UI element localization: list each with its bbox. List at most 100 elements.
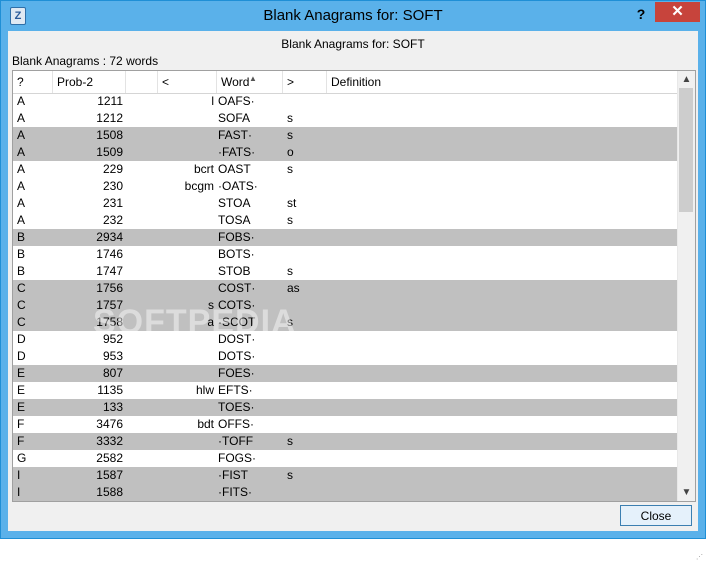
cell-probability: 3332 <box>96 434 123 448</box>
cell-back-hooks: s <box>287 434 293 448</box>
table-row[interactable]: B 2934 FOBS· <box>13 229 677 246</box>
cell-word: OFFS· <box>218 417 254 431</box>
cell-word: ·FATS· <box>218 145 256 159</box>
cell-front-blank: B <box>17 264 26 278</box>
column-header-definition[interactable]: Definition <box>327 71 677 93</box>
column-header-front-hooks[interactable]: < <box>158 71 217 93</box>
cell-front-blank: A <box>17 179 26 193</box>
cell-front-hooks <box>123 127 214 144</box>
cell-front-blank: A <box>17 128 26 142</box>
cell-back-hooks <box>287 399 327 416</box>
scroll-down-icon[interactable]: ▼ <box>678 484 695 501</box>
table-row[interactable]: D 953 DOTS· <box>13 348 677 365</box>
cell-back-hooks <box>287 365 327 382</box>
table-row[interactable]: A 1211 l OAFS· <box>13 93 677 110</box>
cell-probability: 133 <box>102 400 123 414</box>
table-row[interactable]: B 1746 BOTS· <box>13 246 677 263</box>
help-button[interactable]: ? <box>631 4 651 24</box>
cell-back-hooks: s <box>287 468 293 482</box>
cell-probability: 1135 <box>97 383 123 397</box>
table-row[interactable]: C 1758 a ·SCOT s <box>13 314 677 331</box>
word-header-label: Word <box>221 75 250 89</box>
table-row[interactable]: D 952 DOST· <box>13 331 677 348</box>
column-header-back-hooks[interactable]: > <box>283 71 327 93</box>
table-row[interactable]: E 133 TOES· <box>13 399 677 416</box>
cell-front-hooks <box>123 399 214 416</box>
table-row[interactable]: B 1747 STOB s <box>13 263 677 280</box>
cell-back-hooks <box>287 178 327 195</box>
column-header-prob[interactable]: Prob-2 <box>53 71 126 93</box>
scrollbar-thumb[interactable] <box>679 88 693 212</box>
table-row[interactable]: A 1212 SOFA s <box>13 110 677 127</box>
table-row[interactable]: A 1509 ·FATS· o <box>13 144 677 161</box>
cell-probability: 1756 <box>96 281 123 295</box>
cell-probability: 1747 <box>96 264 123 278</box>
cell-back-hooks: s <box>287 213 293 227</box>
cell-front-blank: A <box>17 111 26 125</box>
cell-front-hooks <box>123 246 214 263</box>
table-row[interactable]: A 230 bcgm ·OATS· <box>13 178 677 195</box>
title-bar[interactable]: Z Blank Anagrams for: SOFT ? ✕ <box>1 1 705 31</box>
table-row[interactable]: A 232 TOSA s <box>13 212 677 229</box>
cell-probability: 1212 <box>96 111 123 125</box>
table-row[interactable]: F 3332 ·TOFF s <box>13 433 677 450</box>
cell-probability: 232 <box>102 213 123 227</box>
cell-probability: 807 <box>102 366 123 380</box>
cell-back-hooks <box>287 484 327 501</box>
cell-front-hooks: s <box>208 298 214 312</box>
cell-word: OAST <box>218 162 251 176</box>
cell-front-hooks <box>123 229 214 246</box>
cell-front-hooks <box>123 450 214 467</box>
cell-front-blank: F <box>17 417 25 431</box>
cell-word: COTS· <box>218 298 256 312</box>
cell-back-hooks: o <box>287 145 294 159</box>
cell-probability: 1587 <box>96 468 123 482</box>
cell-front-blank: B <box>17 230 26 244</box>
cell-probability: 952 <box>102 332 123 346</box>
table-row[interactable]: C 1756 COST· as <box>13 280 677 297</box>
cell-front-hooks <box>123 110 214 127</box>
cell-front-hooks: l <box>211 94 214 108</box>
column-header-q[interactable]: ? <box>13 71 53 93</box>
cell-word: BOTS· <box>218 247 255 261</box>
table-row[interactable]: A 1508 FAST· s <box>13 127 677 144</box>
cell-front-blank: C <box>17 315 26 329</box>
table-row[interactable]: C 1757 s COTS· <box>13 297 677 314</box>
vertical-scrollbar[interactable]: ▲ ▼ <box>677 71 695 501</box>
cell-front-blank: C <box>17 298 26 312</box>
table-row[interactable]: A 229 bcrt OAST s <box>13 161 677 178</box>
column-header-word[interactable]: Word ▲ <box>217 71 283 93</box>
cell-front-hooks <box>123 484 214 501</box>
cell-word: FOBS· <box>218 230 255 244</box>
table-row[interactable]: E 1135 hlw EFTS· <box>13 382 677 399</box>
cell-probability: 2934 <box>96 230 123 244</box>
close-button[interactable]: Close <box>620 505 692 526</box>
table-row[interactable]: I 1588 ·FITS· <box>13 484 677 501</box>
list-heading: Blank Anagrams for: SOFT <box>281 37 425 51</box>
table-row[interactable]: I 1587 ·FIST s <box>13 467 677 484</box>
cell-probability: 1746 <box>96 247 123 261</box>
sort-ascending-icon: ▲ <box>249 74 257 83</box>
cell-word: SOFA <box>218 111 251 125</box>
cell-front-hooks: bdt <box>197 417 214 431</box>
cell-front-hooks <box>123 144 214 161</box>
window-close-button[interactable]: ✕ <box>655 2 700 22</box>
column-header-blank[interactable] <box>126 71 158 93</box>
table-row[interactable]: A 231 STOA st <box>13 195 677 212</box>
cell-back-hooks <box>287 297 327 314</box>
cell-probability: 229 <box>102 162 123 176</box>
cell-word: ·OATS· <box>218 179 258 193</box>
table-row[interactable]: G 2582 FOGS· <box>13 450 677 467</box>
cell-probability: 231 <box>102 196 123 210</box>
table-row[interactable]: E 807 FOES· <box>13 365 677 382</box>
resize-grip-icon[interactable]: ⋰ <box>696 553 704 561</box>
cell-back-hooks <box>287 246 327 263</box>
scroll-up-icon[interactable]: ▲ <box>678 71 695 88</box>
window-title: Blank Anagrams for: SOFT <box>263 7 443 24</box>
cell-word: OAFS· <box>218 94 255 108</box>
cell-word: ·TOFF <box>218 434 254 448</box>
cell-probability: 230 <box>102 179 123 193</box>
table-row[interactable]: F 3476 bdt OFFS· <box>13 416 677 433</box>
cell-front-blank: E <box>17 400 26 414</box>
cell-front-blank: E <box>17 366 26 380</box>
